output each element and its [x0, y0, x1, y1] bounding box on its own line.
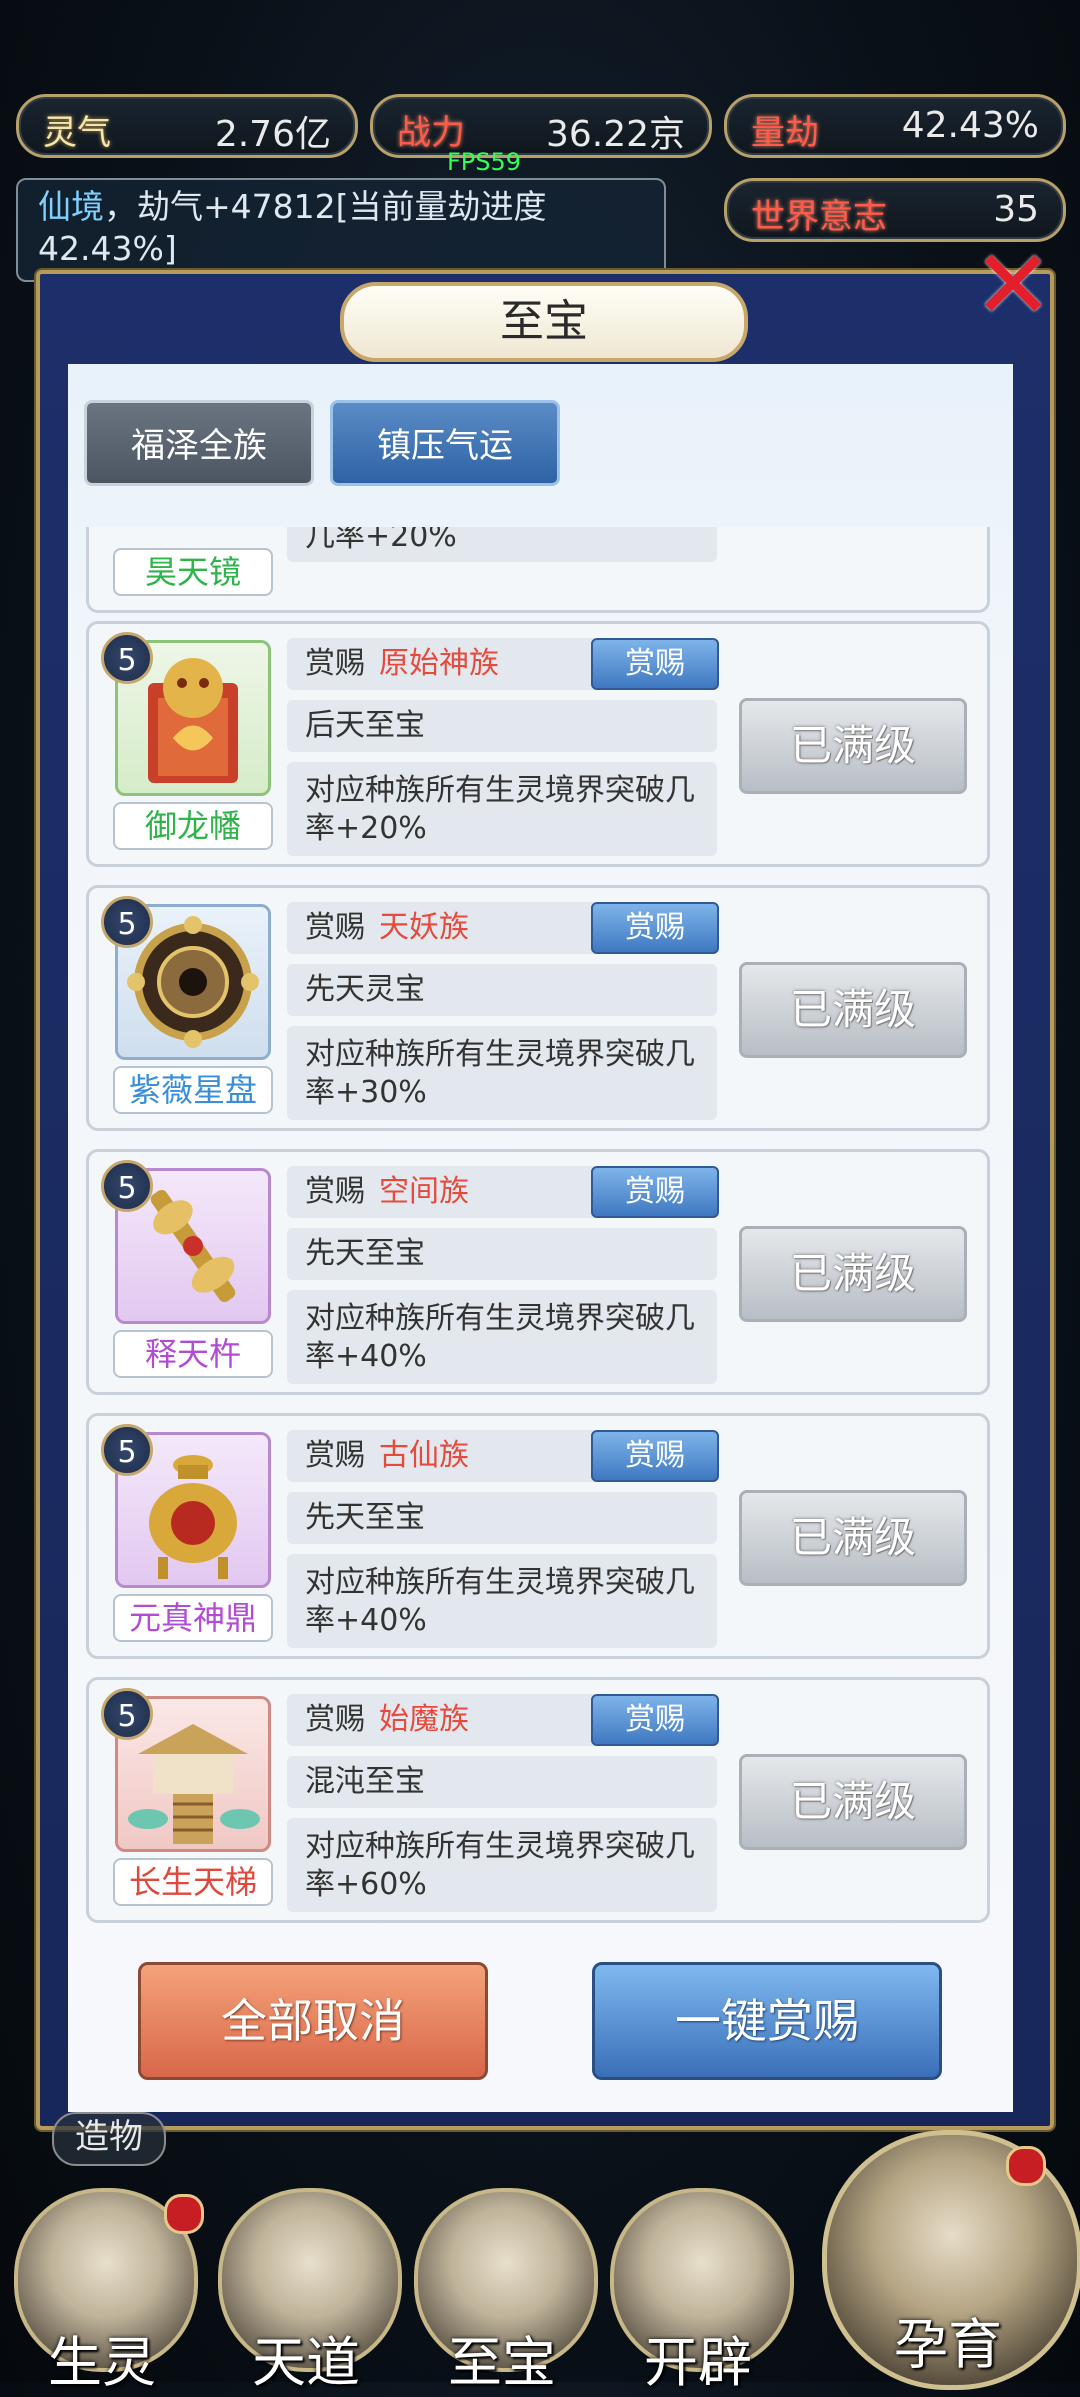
event-message: 仙境，劫气+47812[当前量劫进度42.43%]: [16, 178, 666, 282]
stat-label: 战力: [397, 113, 465, 153]
notification-dot: [1006, 2146, 1046, 2186]
treasure-name: 紫薇星盘: [113, 1066, 273, 1114]
treasure-grade: 先天灵宝: [287, 964, 717, 1016]
race-name: 始魔族: [379, 1702, 469, 1737]
treasure-card: 5 紫薇星盘 赏赐 天妖族 赏赐 先天灵宝 对应种族所有生灵境界突破几率+30% …: [86, 885, 990, 1131]
max-level-button[interactable]: 已满级: [739, 698, 967, 794]
max-level-button[interactable]: 已满级: [739, 1754, 967, 1850]
stat-lingqi: 灵气 2.76亿: [16, 94, 358, 158]
race-name: 原始神族: [379, 646, 499, 681]
reward-button[interactable]: 赏赐: [591, 1430, 719, 1482]
treasure-card: 5 御龙幡 赏赐 原始神族 赏赐 后天至宝 对应种族所有生灵境界突破几率+20% …: [86, 621, 990, 867]
stat-value: 42.43%: [901, 105, 1039, 146]
treasure-effect: 对应种族所有生灵境界突破几率+60%: [287, 1818, 717, 1912]
message-text: ，劫气+47812[当前量劫进度42.43%]: [38, 187, 547, 268]
reward-button[interactable]: 赏赐: [591, 1166, 719, 1218]
stat-zhanli: 战力 36.22京: [370, 94, 712, 158]
level-badge: 5: [101, 896, 153, 948]
treasure-card: 昊天镜 几率+20%: [86, 527, 990, 613]
treasure-effect: 几率+20%: [287, 527, 717, 562]
close-icon[interactable]: ✕: [968, 237, 1058, 333]
treasure-effect: 对应种族所有生灵境界突破几率+40%: [287, 1554, 717, 1648]
treasure-list[interactable]: 昊天镜 几率+20% 5 御龙幡 赏赐 原始神族 赏赐 后天至宝 对应种族所有生灵…: [86, 527, 996, 1942]
modal-title: 至宝: [340, 282, 748, 362]
treasure-effect: 对应种族所有生灵境界突破几率+40%: [287, 1290, 717, 1384]
nav-tiandao-label: 天道: [252, 2331, 360, 2394]
stat-label: 量劫: [751, 113, 819, 153]
stat-liangjie[interactable]: 量劫 42.43%: [724, 94, 1066, 158]
treasure-grade: 混沌至宝: [287, 1756, 717, 1808]
treasure-effect: 对应种族所有生灵境界突破几率+30%: [287, 1026, 717, 1120]
max-level-button[interactable]: 已满级: [739, 962, 967, 1058]
level-badge: 5: [101, 1688, 153, 1740]
level-badge: 5: [101, 1160, 153, 1212]
nav-kaipi-label: 开辟: [644, 2331, 752, 2394]
treasure-grade: 先天至宝: [287, 1228, 717, 1280]
treasure-card: 5 元真神鼎 赏赐 古仙族 赏赐 先天至宝 对应种族所有生灵境界突破几率+40% …: [86, 1413, 990, 1659]
treasure-name: 元真神鼎: [113, 1594, 273, 1642]
zaowu-button[interactable]: 造物: [52, 2112, 166, 2166]
race-name: 古仙族: [379, 1438, 469, 1473]
stat-value: 35: [993, 189, 1039, 230]
stat-label: 世界意志: [751, 197, 887, 237]
stat-value: 36.22京: [545, 114, 685, 155]
race-name: 空间族: [379, 1174, 469, 1209]
treasure-name: 昊天镜: [113, 548, 273, 596]
reward-button[interactable]: 赏赐: [591, 1694, 719, 1746]
race-name: 天妖族: [379, 910, 469, 945]
tab-zhenya-qiyun[interactable]: 镇压气运: [330, 400, 560, 486]
treasure-name: 御龙幡: [113, 802, 273, 850]
notification-dot: [164, 2194, 204, 2234]
nav-shengling-label: 生灵: [48, 2331, 156, 2394]
treasure-card: 5 长生天梯 赏赐 始魔族 赏赐 混沌至宝 对应种族所有生灵境界突破几率+60% …: [86, 1677, 990, 1923]
level-badge: 5: [101, 1424, 153, 1476]
message-place: 仙境: [38, 187, 104, 226]
treasure-grade: 后天至宝: [287, 700, 717, 752]
treasure-name: 释天杵: [113, 1330, 273, 1378]
reward-button[interactable]: 赏赐: [591, 638, 719, 690]
stat-value: 2.76亿: [214, 114, 331, 155]
tab-fuze-quanzu[interactable]: 福泽全族: [84, 400, 314, 486]
stat-label: 灵气: [43, 113, 111, 153]
treasure-effect: 对应种族所有生灵境界突破几率+20%: [287, 762, 717, 856]
nav-zhibao-label: 至宝: [448, 2331, 556, 2394]
max-level-button[interactable]: 已满级: [739, 1490, 967, 1586]
one-key-reward-button[interactable]: 一键赏赐: [592, 1962, 942, 2080]
max-level-button[interactable]: 已满级: [739, 1226, 967, 1322]
nav-yunyu-label: 孕育: [894, 2313, 1002, 2376]
level-badge: 5: [101, 632, 153, 684]
reward-button[interactable]: 赏赐: [591, 902, 719, 954]
cancel-all-button[interactable]: 全部取消: [138, 1962, 488, 2080]
fps-counter: FPS59: [447, 148, 522, 176]
treasure-name: 长生天梯: [113, 1858, 273, 1906]
treasure-grade: 先天至宝: [287, 1492, 717, 1544]
treasure-card: 5 释天杵 赏赐 空间族 赏赐 先天至宝 对应种族所有生灵境界突破几率+40% 已…: [86, 1149, 990, 1395]
